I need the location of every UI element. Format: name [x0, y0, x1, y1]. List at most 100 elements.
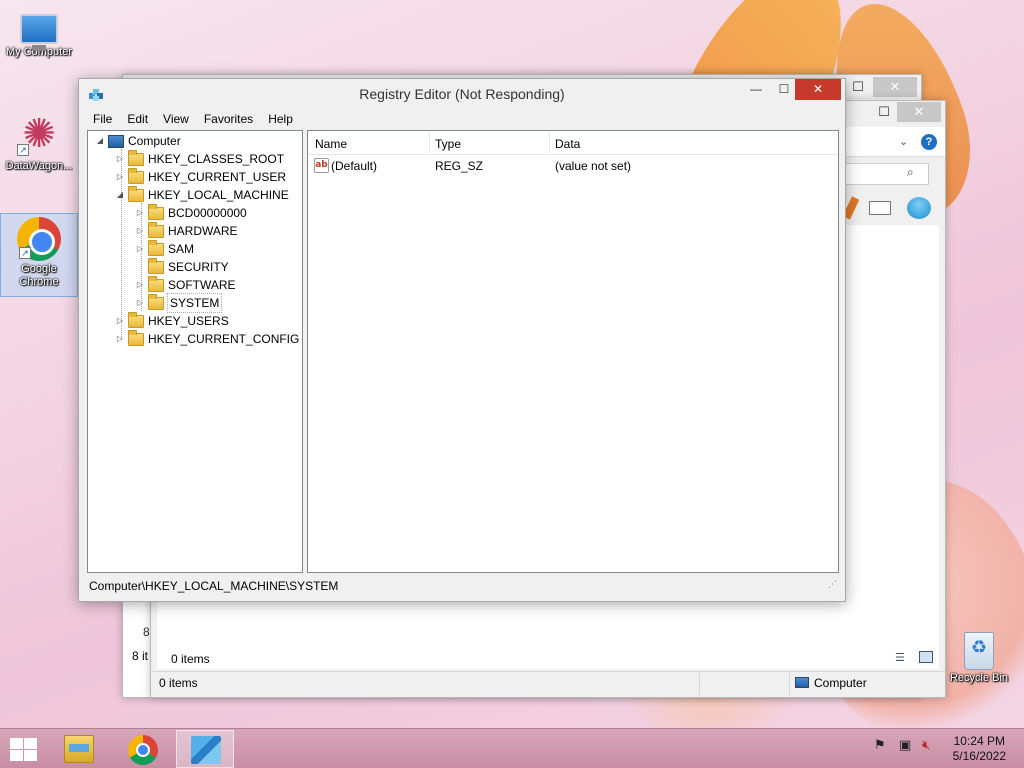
tree-node-system[interactable]: ▷ SYSTEM [134, 293, 223, 313]
search-icon[interactable]: ⌕ [907, 165, 914, 180]
chrome-icon [128, 735, 158, 765]
value-row[interactable]: ab (Default) REG_SZ (value not set) [308, 156, 838, 176]
system-clock[interactable]: 10:24 PM 5/16/2022 [953, 734, 1006, 764]
expand-icon[interactable]: ▷ [134, 294, 146, 312]
chevron-down-icon[interactable]: ⌄ [899, 135, 908, 148]
start-button[interactable] [8, 737, 38, 761]
datawagon-icon: ✺ ↗ [15, 110, 63, 158]
close-icon[interactable]: ✕ [897, 102, 941, 122]
partial-text: 8 [143, 625, 150, 639]
string-value-icon: ab [314, 158, 329, 173]
folder-icon [148, 293, 164, 310]
maximize-icon[interactable]: ☐ [771, 79, 797, 100]
collapse-icon[interactable]: ◢ [114, 186, 126, 204]
menu-edit[interactable]: Edit [119, 109, 155, 129]
help-icon[interactable]: ? [921, 134, 937, 150]
values-list[interactable]: Name Type Data ab (Default) REG_SZ (valu… [307, 130, 839, 573]
clock-date: 5/16/2022 [952, 749, 1006, 763]
column-header-type[interactable]: Type [435, 137, 461, 151]
expand-icon[interactable]: ▷ [134, 240, 146, 258]
desktop-icon-google-chrome[interactable]: ↗ Google Chrome [0, 213, 78, 297]
folder-icon [148, 257, 164, 274]
column-header-name[interactable]: Name [315, 137, 347, 151]
tree-node-label: HKEY_LOCAL_MACHINE [148, 188, 289, 202]
taskbar-file-explorer[interactable] [50, 730, 108, 768]
registry-editor-window[interactable]: Registry Editor (Not Responding) — ☐ ✕ F… [78, 78, 846, 602]
minimize-icon[interactable]: — [743, 79, 769, 100]
menu-view[interactable]: View [155, 109, 196, 129]
network-icon[interactable]: ▣ [899, 737, 911, 753]
large-icons-view-icon[interactable] [919, 651, 933, 663]
expand-icon[interactable]: ▷ [134, 276, 146, 294]
expand-icon[interactable]: ▷ [114, 330, 126, 348]
tree-node-hkey-classes-root[interactable]: ▷ HKEY_CLASSES_ROOT [114, 149, 284, 168]
chrome-icon: ↗ [17, 217, 61, 261]
flag-icon[interactable]: ⚑ [874, 737, 886, 753]
tree-node-label: HKEY_USERS [148, 314, 229, 328]
tree-node-bcd00000000[interactable]: ▷ BCD00000000 [134, 203, 247, 222]
menu-help[interactable]: Help [260, 109, 300, 129]
expand-icon[interactable]: ▷ [114, 168, 126, 186]
details-view-icon[interactable]: ☰ [895, 651, 905, 664]
tree-node-label: Computer [128, 134, 181, 148]
tree-node-security[interactable]: SECURITY [134, 257, 229, 276]
taskbar-registry-editor[interactable] [176, 730, 234, 768]
folder-icon [128, 185, 144, 202]
folder-icon [128, 149, 144, 166]
tree-node-software[interactable]: ▷ SOFTWARE [134, 275, 236, 294]
desktop-icon-datawagon[interactable]: ✺ ↗ DataWagon... [0, 110, 78, 173]
desktop-icon-label: Recycle Bin [949, 672, 1009, 684]
maximize-icon[interactable]: ☐ [871, 102, 897, 122]
close-button[interactable]: ✕ [795, 79, 841, 100]
status-bar: Computer\HKEY_LOCAL_MACHINE\SYSTEM ⋰ [87, 575, 839, 597]
registry-tree[interactable]: ◢ Computer ▷ HKEY_CLASSES_ROOT ▷ HKEY_CU… [87, 130, 303, 573]
value-type: REG_SZ [435, 159, 484, 173]
tree-node-hkey-local-machine[interactable]: ◢ HKEY_LOCAL_MACHINE [114, 185, 289, 204]
tree-node-hkey-users[interactable]: ▷ HKEY_USERS [114, 311, 229, 330]
desktop-icon-label: Google Chrome [19, 263, 59, 288]
title-bar[interactable]: Registry Editor (Not Responding) — ☐ ✕ [79, 79, 845, 109]
shortcut-arrow-icon: ↗ [19, 247, 31, 259]
file-explorer-icon [64, 735, 94, 763]
resize-grip-icon[interactable]: ⋰ [828, 573, 837, 595]
collapse-icon[interactable]: ◢ [94, 132, 106, 150]
folder-icon [128, 311, 144, 328]
column-header-data[interactable]: Data [555, 137, 580, 151]
desktop-icon-recycle-bin[interactable]: Recycle Bin [940, 628, 1018, 685]
menu-bar: File Edit View Favorites Help [85, 109, 300, 129]
tree-node-label: SAM [168, 242, 195, 256]
taskbar-google-chrome[interactable] [114, 730, 172, 768]
volume-muted-icon[interactable]: 🔇︎ [922, 737, 930, 753]
expand-icon[interactable]: ▷ [114, 150, 126, 168]
computer-icon [795, 677, 809, 688]
folder-icon [128, 167, 144, 184]
tree-node-sam[interactable]: ▷ SAM [134, 239, 195, 258]
desktop-icon-my-computer[interactable]: My Computer [0, 6, 78, 59]
tree-node-label: SOFTWARE [168, 278, 236, 292]
menu-file[interactable]: File [85, 109, 119, 129]
computer-icon [20, 14, 58, 51]
inner-status-count: 0 items [171, 652, 210, 666]
folder-icon [148, 275, 164, 292]
maximize-icon[interactable]: ☐ [845, 77, 871, 97]
mail-icon[interactable] [869, 201, 891, 215]
close-icon[interactable]: ✕ [873, 77, 917, 97]
value-data: (value not set) [555, 159, 632, 173]
menu-favorites[interactable]: Favorites [196, 109, 260, 129]
tree-node-computer[interactable]: ◢ Computer [94, 132, 181, 150]
tree-node-label: HKEY_CURRENT_CONFIG [148, 332, 300, 346]
tree-node-label-selected: SYSTEM [166, 293, 223, 313]
tree-node-label: HKEY_CURRENT_USER [148, 170, 287, 184]
status-path: Computer\HKEY_LOCAL_MACHINE\SYSTEM [89, 579, 339, 593]
tree-node-hkey-current-config[interactable]: ▷ HKEY_CURRENT_CONFIG [114, 329, 300, 348]
folder-icon [148, 203, 164, 220]
network-icon[interactable] [907, 197, 931, 219]
tree-node-hardware[interactable]: ▷ HARDWARE [134, 221, 238, 240]
folder-icon [128, 329, 144, 346]
folder-icon [148, 221, 164, 238]
expand-icon[interactable]: ▷ [114, 312, 126, 330]
registry-editor-icon [191, 736, 221, 764]
expand-icon[interactable]: ▷ [134, 222, 146, 240]
expand-icon[interactable]: ▷ [134, 204, 146, 222]
tree-node-hkey-current-user[interactable]: ▷ HKEY_CURRENT_USER [114, 167, 287, 186]
